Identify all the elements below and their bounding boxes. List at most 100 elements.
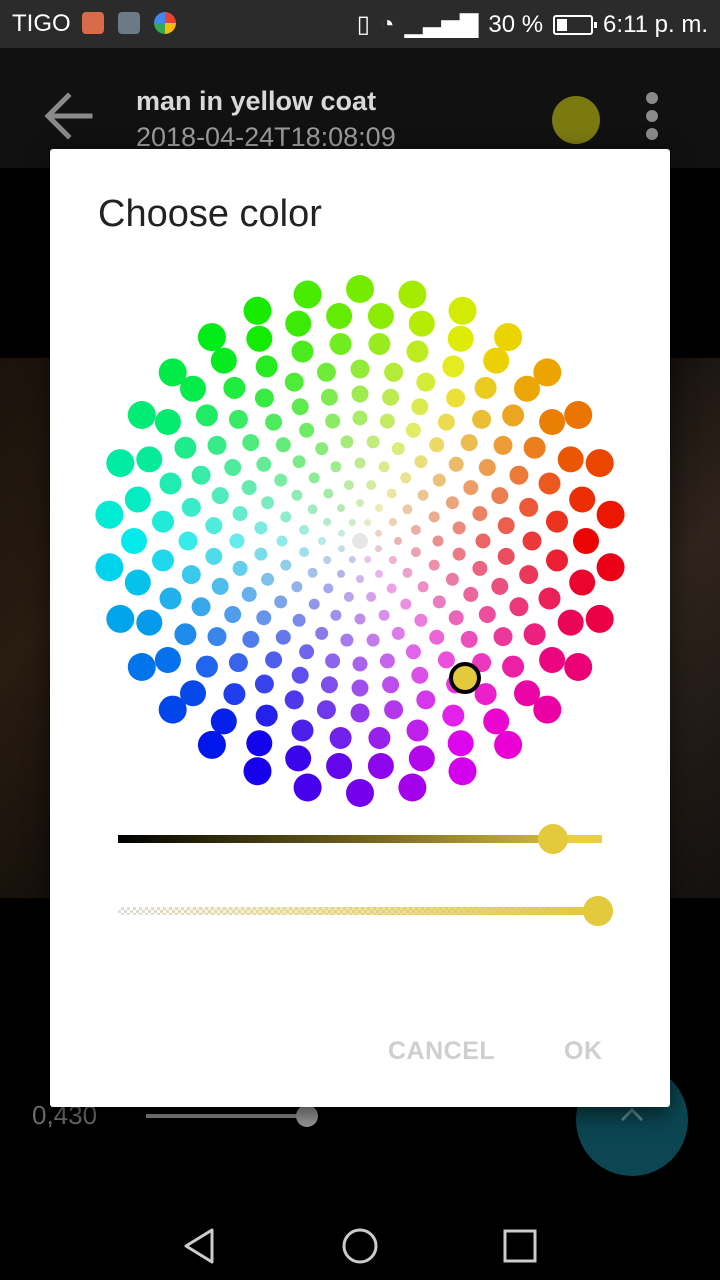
color-swatch-dot[interactable] [195,404,218,427]
adjust-slider-thumb[interactable] [296,1105,318,1127]
color-swatch-dot[interactable] [159,587,182,610]
color-swatch-dot[interactable] [224,606,242,623]
color-swatch-dot[interactable] [340,435,354,449]
selected-color-marker[interactable] [449,662,481,694]
color-swatch-dot[interactable] [366,591,377,602]
color-swatch-dot[interactable] [323,583,334,594]
color-swatch-dot[interactable] [228,409,248,429]
color-swatch-dot[interactable] [246,325,273,352]
color-swatch-dot[interactable] [315,442,329,456]
triangle-back-icon[interactable] [180,1226,220,1266]
lightness-slider-track[interactable] [118,835,601,843]
color-swatch-dot[interactable] [382,388,400,406]
color-swatch-dot[interactable] [254,547,268,561]
color-swatch-dot[interactable] [366,633,380,647]
arrow-left-icon[interactable] [40,88,96,144]
color-swatch-dot[interactable] [432,473,446,487]
color-swatch-dot[interactable] [181,565,201,585]
color-swatch-dot[interactable] [191,597,211,617]
current-color-swatch[interactable] [552,96,600,144]
color-swatch-dot[interactable] [569,486,596,513]
color-swatch-dot[interactable] [352,410,368,426]
color-swatch-dot[interactable] [255,704,278,727]
color-swatch-dot[interactable] [533,695,562,724]
color-swatch-dot[interactable] [388,518,397,526]
color-swatch-dot[interactable] [356,499,364,507]
color-swatch-dot[interactable] [210,347,237,374]
color-swatch-dot[interactable] [382,676,400,694]
color-swatch-dot[interactable] [223,683,246,706]
color-swatch-dot[interactable] [596,500,625,529]
color-swatch-dot[interactable] [243,757,272,786]
color-swatch-dot[interactable] [211,487,229,505]
color-swatch-dot[interactable] [375,529,382,537]
color-swatch-dot[interactable] [280,511,292,523]
color-swatch-dot[interactable] [254,388,274,408]
color-swatch-dot[interactable] [291,340,314,363]
color-swatch-dot[interactable] [519,497,539,517]
color-swatch-dot[interactable] [509,465,529,485]
color-swatch-dot[interactable] [285,310,312,337]
color-swatch-dot[interactable] [502,655,525,678]
color-swatch-dot[interactable] [178,531,198,551]
color-swatch-dot[interactable] [337,504,345,513]
color-swatch-dot[interactable] [474,376,497,399]
color-swatch-dot[interactable] [224,459,242,476]
color-swatch-dot[interactable] [299,644,315,660]
color-swatch-dot[interactable] [533,358,562,387]
color-swatch-dot[interactable] [388,556,397,564]
color-swatch-dot[interactable] [329,333,352,355]
color-swatch-dot[interactable] [394,537,402,545]
color-swatch-dot[interactable] [354,457,366,469]
color-swatch-dot[interactable] [384,362,404,382]
color-swatch-dot[interactable] [265,651,283,669]
color-swatch-dot[interactable] [275,437,291,453]
color-swatch-dot[interactable] [127,401,156,429]
color-swatch-dot[interactable] [136,446,163,473]
color-swatch-dot[interactable] [337,569,345,578]
color-swatch-dot[interactable] [379,413,395,429]
color-swatch-dot[interactable] [378,461,390,473]
color-swatch-dot[interactable] [442,704,465,727]
alpha-slider-track[interactable] [118,907,588,915]
color-swatch-dot[interactable] [330,461,342,473]
color-swatch-dot[interactable] [463,480,479,496]
color-swatch-dot[interactable] [136,609,163,636]
color-swatch-dot[interactable] [557,446,584,473]
color-swatch-dot[interactable] [351,385,369,403]
color-swatch-dot[interactable] [410,524,421,535]
color-swatch-dot[interactable] [472,560,488,576]
color-swatch-dot[interactable] [398,280,427,309]
color-swatch-dot[interactable] [405,644,421,660]
color-swatch-dot[interactable] [411,398,429,416]
ok-button[interactable]: OK [564,1037,603,1066]
color-swatch-dot[interactable] [585,604,614,633]
color-swatch-dot[interactable] [416,690,436,710]
color-swatch-dot[interactable] [448,456,464,472]
color-swatch-dot[interactable] [493,627,513,647]
color-swatch-dot[interactable] [472,409,492,429]
color-swatch-dot[interactable] [121,528,147,554]
color-swatch-dot[interactable] [299,547,310,558]
color-swatch-dot[interactable] [265,413,283,431]
color-swatch-dot[interactable] [320,676,338,694]
alpha-slider-thumb[interactable] [583,896,613,926]
color-swatch-dot[interactable] [452,547,466,561]
color-swatch-dot[interactable] [280,559,292,571]
color-swatch-dot[interactable] [475,533,491,549]
color-swatch-dot[interactable] [291,719,314,742]
color-swatch-dot[interactable] [346,779,374,807]
color-swatch-dot[interactable] [432,595,446,609]
more-vert-icon[interactable] [640,92,664,148]
color-swatch-dot[interactable] [366,435,380,449]
color-swatch-dot[interactable] [241,586,257,602]
color-swatch-dot[interactable] [448,296,477,325]
color-swatch-dot[interactable] [232,560,248,576]
color-swatch-dot[interactable] [375,545,382,553]
color-swatch-dot[interactable] [124,486,151,513]
color-swatch-dot[interactable] [386,488,397,499]
color-swatch-dot[interactable] [447,730,474,757]
color-swatch-dot[interactable] [452,521,466,535]
color-swatch-dot[interactable] [211,577,229,595]
color-swatch-dot[interactable] [154,409,181,435]
